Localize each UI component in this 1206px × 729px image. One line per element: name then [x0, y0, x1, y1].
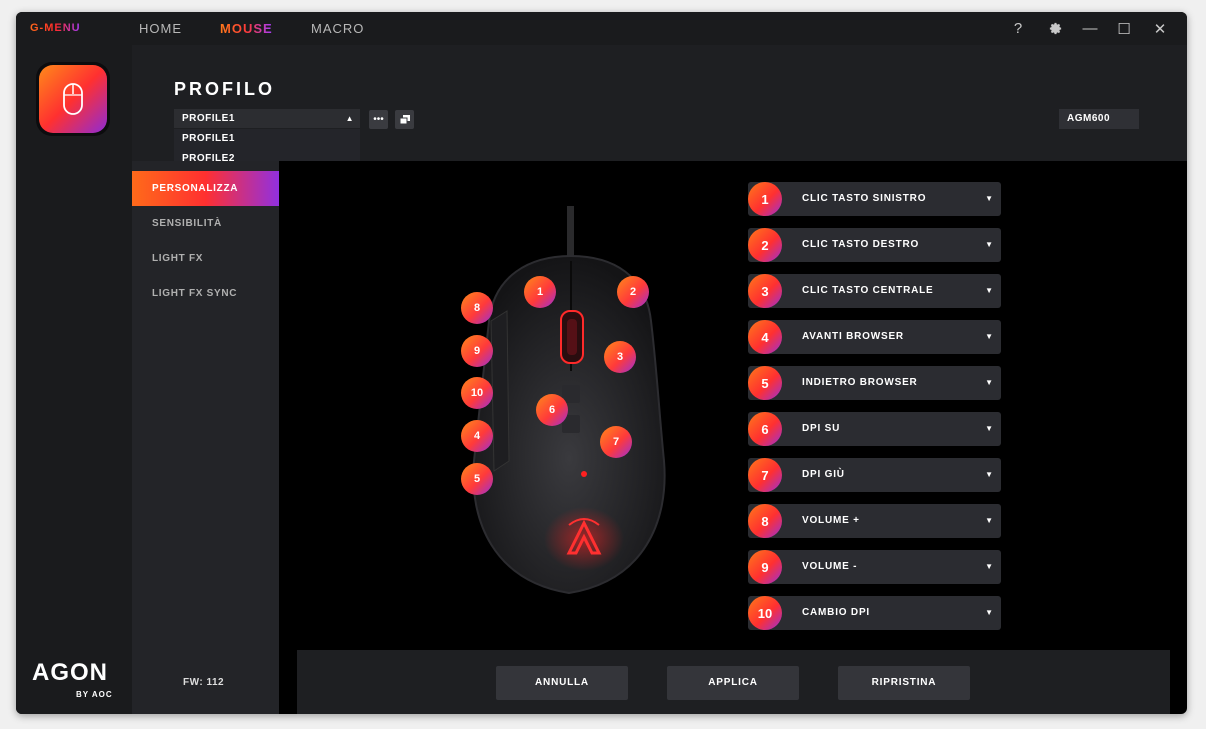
chevron-down-icon: ▼: [985, 424, 993, 433]
chevron-down-icon: ▼: [985, 332, 993, 341]
more-options-button[interactable]: •••: [369, 110, 388, 129]
assignment-label: CLIC TASTO SINISTRO: [802, 193, 927, 204]
app-window: G-MENU HOME MOUSE MACRO ? — ☐ ✕ AGON BY …: [16, 12, 1187, 714]
assignment-number: 5: [748, 366, 782, 400]
chevron-down-icon: ▼: [985, 516, 993, 525]
mouse-icon: [63, 83, 83, 115]
title-bar: G-MENU HOME MOUSE MACRO ? — ☐ ✕: [16, 12, 1187, 45]
mouse-button-5-marker[interactable]: 5: [461, 463, 493, 495]
action-footer: ANNULLA APPLICA RIPRISTINA: [297, 650, 1170, 714]
assignment-label: CLIC TASTO CENTRALE: [802, 285, 934, 296]
page-title: PROFILO: [174, 79, 275, 99]
reset-button[interactable]: RIPRISTINA: [838, 666, 970, 700]
profile-select-value: PROFILE1: [182, 113, 235, 124]
chevron-down-icon: ▼: [985, 608, 993, 617]
mouse-button-6-marker[interactable]: 6: [536, 394, 568, 426]
nav-mouse[interactable]: MOUSE: [220, 12, 273, 45]
assignment-number: 9: [748, 550, 782, 584]
mouse-button-8-marker[interactable]: 8: [461, 292, 493, 324]
assignment-number: 6: [748, 412, 782, 446]
chevron-up-icon: ▲: [345, 114, 354, 123]
submenu-item-sensibilita[interactable]: SENSIBILITÀ: [132, 206, 279, 241]
button-assignment-7[interactable]: 7 DPI GIÙ ▼: [748, 458, 1001, 492]
assignment-number: 7: [748, 458, 782, 492]
firmware-version: FW: 112: [183, 677, 225, 688]
device-mouse-tile[interactable]: [36, 62, 110, 136]
chevron-down-icon: ▼: [985, 562, 993, 571]
assignment-number: 10: [748, 596, 782, 630]
button-assignment-3[interactable]: 3 CLIC TASTO CENTRALE ▼: [748, 274, 1001, 308]
mouse-button-9-marker[interactable]: 9: [461, 335, 493, 367]
profile-option[interactable]: PROFILE1: [174, 129, 360, 149]
assignment-label: DPI GIÙ: [802, 469, 845, 480]
chevron-down-icon: ▼: [985, 286, 993, 295]
mouse-button-2-marker[interactable]: 2: [617, 276, 649, 308]
copy-profile-button[interactable]: [395, 110, 414, 129]
brand-sub: BY AOC: [76, 690, 113, 699]
submenu-item-personalizza[interactable]: PERSONALIZZA: [132, 171, 279, 206]
submenu: PERSONALIZZA SENSIBILITÀ LIGHT FX LIGHT …: [132, 161, 279, 714]
button-assignment-6[interactable]: 6 DPI SU ▼: [748, 412, 1001, 446]
assignment-label: VOLUME -: [802, 561, 858, 572]
apply-button[interactable]: APPLICA: [667, 666, 799, 700]
assignment-number: 3: [748, 274, 782, 308]
chevron-down-icon: ▼: [985, 194, 993, 203]
mouse-image: [472, 206, 666, 595]
close-icon[interactable]: ✕: [1143, 12, 1177, 45]
mouse-button-4-marker[interactable]: 4: [461, 420, 493, 452]
mouse-button-3-marker[interactable]: 3: [604, 341, 636, 373]
chevron-down-icon: ▼: [985, 240, 993, 249]
mouse-visual-area: 1 2 3 4 5 6 7 8 9 10: [279, 161, 1187, 650]
mouse-button-7-marker[interactable]: 7: [600, 426, 632, 458]
button-assignment-4[interactable]: 4 AVANTI BROWSER ▼: [748, 320, 1001, 354]
minimize-icon[interactable]: —: [1073, 12, 1107, 45]
cancel-button[interactable]: ANNULLA: [496, 666, 628, 700]
maximize-icon[interactable]: ☐: [1107, 12, 1141, 45]
button-assignment-9[interactable]: 9 VOLUME - ▼: [748, 550, 1001, 584]
help-icon[interactable]: ?: [1001, 12, 1035, 45]
button-assignment-8[interactable]: 8 VOLUME + ▼: [748, 504, 1001, 538]
mouse-button-1-marker[interactable]: 1: [524, 276, 556, 308]
chevron-down-icon: ▼: [985, 378, 993, 387]
gear-icon[interactable]: [1038, 12, 1072, 45]
assignment-label: AVANTI BROWSER: [802, 331, 904, 342]
assignment-number: 2: [748, 228, 782, 262]
assignment-number: 1: [748, 182, 782, 216]
assignment-label: INDIETRO BROWSER: [802, 377, 918, 388]
nav-macro[interactable]: MACRO: [311, 12, 364, 45]
button-assignment-10[interactable]: 10 CAMBIO DPI ▼: [748, 596, 1001, 630]
assignment-label: DPI SU: [802, 423, 841, 434]
button-assignment-2[interactable]: 2 CLIC TASTO DESTRO ▼: [748, 228, 1001, 262]
submenu-item-light-fx[interactable]: LIGHT FX: [132, 241, 279, 276]
assignment-label: VOLUME +: [802, 515, 860, 526]
assignment-number: 4: [748, 320, 782, 354]
assignment-label: CLIC TASTO DESTRO: [802, 239, 920, 250]
chevron-down-icon: ▼: [985, 470, 993, 479]
profile-header: PROFILO PROFILE1 ▲ PROFILE1 PROFILE2 •••…: [132, 45, 1187, 169]
profile-select[interactable]: PROFILE1 ▲: [174, 109, 360, 128]
submenu-item-light-fx-sync[interactable]: LIGHT FX SYNC: [132, 276, 279, 311]
button-assignment-5[interactable]: 5 INDIETRO BROWSER ▼: [748, 366, 1001, 400]
device-model-badge: AGM600: [1059, 109, 1139, 129]
copy-icon: [399, 115, 410, 124]
assignment-number: 8: [748, 504, 782, 538]
button-assignment-1[interactable]: 1 CLIC TASTO SINISTRO ▼: [748, 182, 1001, 216]
mouse-button-10-marker[interactable]: 10: [461, 377, 493, 409]
device-sidebar: AGON BY AOC: [16, 45, 132, 714]
brand-logo: AGON: [32, 659, 108, 686]
app-logo: G-MENU: [30, 22, 81, 34]
nav-home[interactable]: HOME: [139, 12, 182, 45]
assignment-label: CAMBIO DPI: [802, 607, 870, 618]
